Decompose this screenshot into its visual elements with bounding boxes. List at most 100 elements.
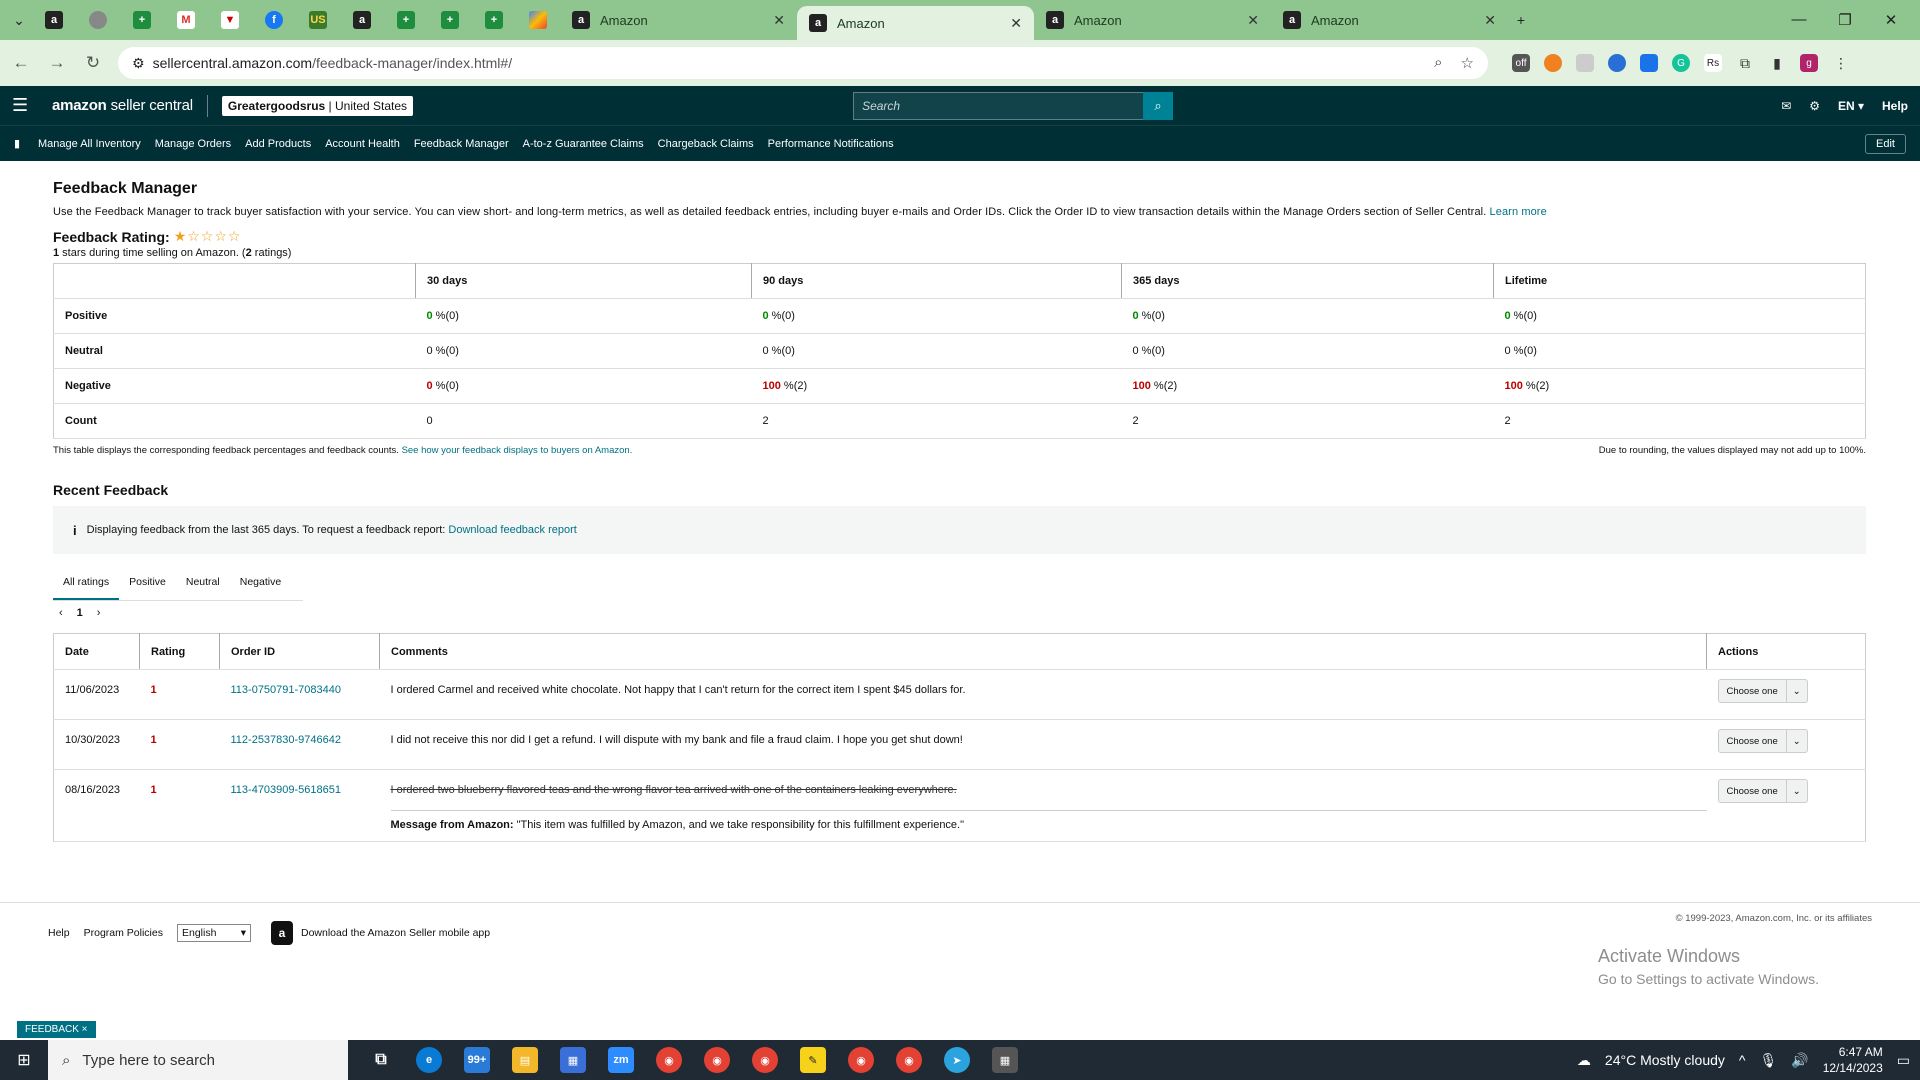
- tab-negative[interactable]: Negative: [230, 568, 291, 600]
- pinned-tab-sheets-3[interactable]: +: [428, 0, 472, 40]
- mail-badge-icon[interactable]: 99+: [464, 1047, 490, 1073]
- browser-tab-4[interactable]: a Amazon ✕: [1271, 0, 1508, 40]
- bookmark-icon[interactable]: ▮: [14, 137, 38, 150]
- tab-search-dropdown-icon[interactable]: ⌄: [6, 7, 32, 33]
- choose-action-dropdown[interactable]: Choose one ⌄: [1717, 779, 1808, 803]
- browser-tab-1[interactable]: a Amazon ✕: [560, 0, 797, 40]
- pinned-tab-gmail[interactable]: M: [164, 0, 208, 40]
- store-icon[interactable]: ▦: [560, 1047, 586, 1073]
- microphone-icon[interactable]: 🎙: [1759, 1052, 1777, 1069]
- close-window-icon[interactable]: ✕: [1868, 11, 1914, 29]
- pinned-tab-sheets-2[interactable]: +: [384, 0, 428, 40]
- see-feedback-link[interactable]: See how your feedback displays to buyers…: [402, 445, 633, 456]
- order-id-link[interactable]: 113-0750791-7083440: [231, 684, 342, 696]
- chrome-icon[interactable]: ◉: [656, 1047, 682, 1073]
- choose-action-dropdown[interactable]: Choose one ⌄: [1717, 679, 1808, 703]
- task-view-icon[interactable]: ⧉: [368, 1047, 394, 1073]
- extension-off-icon[interactable]: off: [1512, 54, 1530, 72]
- extensions-puzzle-icon[interactable]: ⧉: [1736, 54, 1754, 72]
- download-report-link[interactable]: Download feedback report: [448, 524, 576, 536]
- learn-more-link[interactable]: Learn more: [1490, 206, 1547, 218]
- file-explorer-icon[interactable]: ▤: [512, 1047, 538, 1073]
- close-tab-icon[interactable]: ✕: [1484, 12, 1496, 29]
- help-link[interactable]: Help: [1882, 99, 1908, 113]
- choose-action-dropdown[interactable]: Choose one ⌄: [1717, 729, 1808, 753]
- forward-icon[interactable]: →: [46, 53, 68, 73]
- volume-icon[interactable]: 🔊: [1791, 1052, 1808, 1069]
- bookmark-star-icon[interactable]: ☆: [1461, 54, 1474, 72]
- nav-manage-inventory[interactable]: Manage All Inventory: [38, 138, 141, 150]
- weather-icon[interactable]: ☁: [1577, 1052, 1591, 1069]
- chevron-up-icon[interactable]: ^: [1739, 1052, 1746, 1068]
- pinned-tab-red[interactable]: ▼: [208, 0, 252, 40]
- prev-page-icon[interactable]: ‹: [59, 607, 63, 619]
- reload-icon[interactable]: ↻: [82, 53, 104, 73]
- pinned-tab-sheets-1[interactable]: +: [120, 0, 164, 40]
- pinned-tab-grey[interactable]: [76, 0, 120, 40]
- zoom-icon[interactable]: zm: [608, 1047, 634, 1073]
- current-page[interactable]: 1: [77, 607, 83, 619]
- tab-neutral[interactable]: Neutral: [176, 568, 230, 600]
- edit-nav-button[interactable]: Edit: [1865, 133, 1906, 154]
- zoom-icon[interactable]: ⌕: [1434, 54, 1442, 72]
- language-selector[interactable]: EN ▾: [1838, 99, 1864, 113]
- extension-orange-icon[interactable]: [1544, 54, 1562, 72]
- hamburger-menu-icon[interactable]: ☰: [12, 95, 42, 116]
- windows-start-icon[interactable]: ⊞: [0, 1050, 48, 1070]
- close-tab-icon[interactable]: ✕: [1010, 15, 1022, 32]
- new-tab-button[interactable]: +: [1508, 7, 1534, 33]
- header-search-input[interactable]: Search: [853, 91, 1144, 120]
- merchant-selector[interactable]: Greatergoodsrus | United States: [221, 95, 414, 116]
- edge-icon[interactable]: e: [416, 1047, 442, 1073]
- nav-account-health[interactable]: Account Health: [325, 138, 400, 150]
- browser-tab-2[interactable]: a Amazon ✕: [797, 6, 1034, 40]
- chrome-icon[interactable]: ◉: [752, 1047, 778, 1073]
- search-icon[interactable]: ⌕: [1143, 91, 1174, 120]
- chrome-icon[interactable]: ◉: [848, 1047, 874, 1073]
- mail-icon[interactable]: ✉: [1781, 99, 1791, 113]
- order-id-link[interactable]: 112-2537830-9746642: [231, 734, 342, 746]
- download-app-link[interactable]: Download the Amazon Seller mobile app: [301, 927, 490, 939]
- extension-translate-icon[interactable]: [1640, 54, 1658, 72]
- clock[interactable]: 6:47 AM 12/14/2023: [1823, 1044, 1883, 1076]
- gear-icon[interactable]: ⚙: [1809, 99, 1820, 113]
- nav-performance-notifications[interactable]: Performance Notifications: [768, 138, 894, 150]
- nav-feedback-manager[interactable]: Feedback Manager: [414, 138, 509, 150]
- browser-tab-3[interactable]: a Amazon ✕: [1034, 0, 1271, 40]
- minimize-icon[interactable]: —: [1776, 11, 1822, 29]
- notifications-icon[interactable]: ▭: [1897, 1052, 1910, 1069]
- calculator-icon[interactable]: ▦: [992, 1047, 1018, 1073]
- footer-help-link[interactable]: Help: [48, 927, 70, 939]
- nav-add-products[interactable]: Add Products: [245, 138, 311, 150]
- extension-blue-icon[interactable]: [1608, 54, 1626, 72]
- profile-avatar[interactable]: g: [1800, 54, 1818, 72]
- taskbar-search[interactable]: ⌕ Type here to search: [48, 1040, 348, 1080]
- chrome-icon[interactable]: ◉: [704, 1047, 730, 1073]
- site-info-icon[interactable]: ⚙: [132, 55, 145, 72]
- grammarly-icon[interactable]: G: [1672, 54, 1690, 72]
- pinned-tab-amazon-2[interactable]: a: [340, 0, 384, 40]
- nav-atoz-claims[interactable]: A-to-z Guarantee Claims: [523, 138, 644, 150]
- url-field[interactable]: ⚙ sellercentral.amazon.com/feedback-mana…: [118, 47, 1488, 79]
- extension-grey-icon[interactable]: [1576, 54, 1594, 72]
- weather-text[interactable]: 24°C Mostly cloudy: [1605, 1052, 1725, 1068]
- amazon-app-icon[interactable]: a: [270, 920, 293, 945]
- pinned-tab-amazon[interactable]: a: [32, 0, 76, 40]
- pinned-tab-colorful[interactable]: [516, 0, 560, 40]
- pinned-tab-sheets-4[interactable]: +: [472, 0, 516, 40]
- chrome-icon[interactable]: ◉: [896, 1047, 922, 1073]
- tab-all-ratings[interactable]: All ratings: [53, 568, 120, 600]
- feedback-tag-button[interactable]: FEEDBACK ×: [17, 1021, 96, 1038]
- footer-language-select[interactable]: English ▾: [176, 923, 251, 942]
- restore-icon[interactable]: ❐: [1822, 11, 1868, 29]
- next-page-icon[interactable]: ›: [97, 607, 101, 619]
- nav-manage-orders[interactable]: Manage Orders: [155, 138, 231, 150]
- sticky-notes-icon[interactable]: ✎: [800, 1047, 826, 1073]
- order-id-link[interactable]: 113-4703909-5618651: [231, 784, 342, 796]
- close-tab-icon[interactable]: ✕: [773, 12, 785, 29]
- pinned-tab-facebook[interactable]: f: [252, 0, 296, 40]
- tab-positive[interactable]: Positive: [119, 568, 176, 600]
- telegram-icon[interactable]: ➤: [944, 1047, 970, 1073]
- extension-rs-icon[interactable]: Rs: [1704, 54, 1722, 72]
- back-icon[interactable]: ←: [10, 53, 32, 73]
